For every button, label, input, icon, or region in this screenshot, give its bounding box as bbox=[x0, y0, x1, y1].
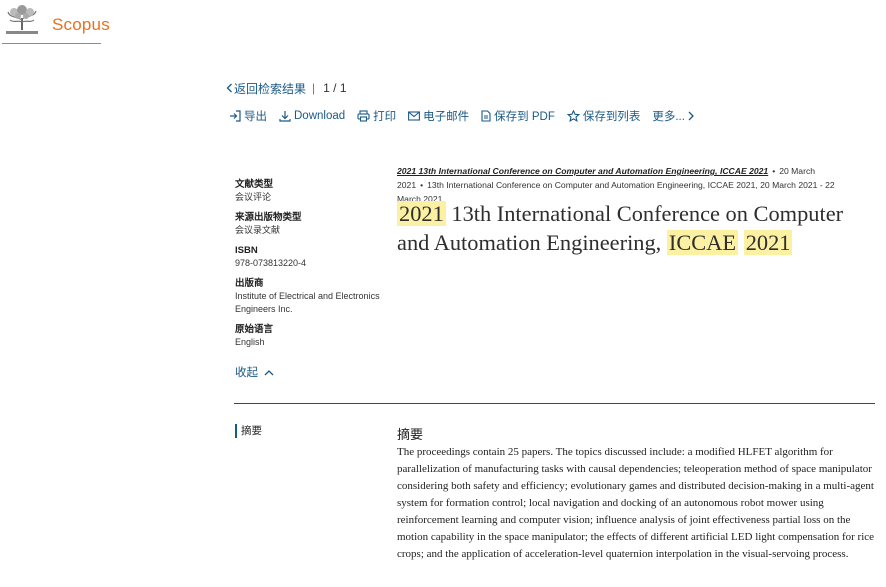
more-button[interactable]: 更多... bbox=[652, 108, 698, 124]
document-toolbar: 导出 Download 打印 电子邮件 保存到 PDF 保存到列表 更多... bbox=[229, 108, 710, 124]
source-type-label: 来源出版物类型 bbox=[235, 212, 302, 223]
abstract-heading: 摘要 bbox=[397, 427, 424, 442]
doc-type-label: 文献类型 bbox=[235, 179, 274, 190]
source-type-value: 会议录文献 bbox=[235, 225, 281, 235]
email-icon bbox=[408, 111, 421, 121]
save-pdf-button[interactable]: 保存到 PDF bbox=[481, 108, 555, 124]
header-rule bbox=[2, 43, 101, 44]
nav-separator: | bbox=[312, 81, 316, 95]
export-icon bbox=[230, 110, 241, 122]
language-label: 原始语言 bbox=[235, 324, 274, 335]
result-nav: 返回检索结果 | 1 / 1 bbox=[226, 80, 347, 96]
email-button[interactable]: 电子邮件 bbox=[408, 108, 469, 124]
download-button[interactable]: Download bbox=[279, 110, 345, 122]
isbn-label: ISBN bbox=[235, 245, 258, 256]
back-to-results-link[interactable]: 返回检索结果 bbox=[226, 80, 306, 97]
back-to-results-label: 返回检索结果 bbox=[234, 81, 307, 96]
bullet-separator: • bbox=[772, 166, 776, 176]
isbn-value: 978-073813220-4 bbox=[235, 258, 307, 268]
elsevier-logo[interactable] bbox=[4, 4, 40, 36]
doc-type-value: 会议评论 bbox=[235, 192, 272, 202]
publisher-label: 出版商 bbox=[235, 278, 264, 289]
scopus-logo-text[interactable]: Scopus bbox=[52, 15, 110, 35]
pdf-icon bbox=[481, 110, 491, 122]
print-icon bbox=[357, 110, 370, 122]
publisher-value: Institute of Electrical and Electronics … bbox=[235, 291, 380, 314]
star-icon bbox=[566, 110, 580, 122]
language-value: English bbox=[235, 337, 265, 347]
abstract-nav-item[interactable]: 摘要 bbox=[235, 424, 262, 438]
document-title: 2021 13th International Conference on Co… bbox=[397, 200, 867, 257]
print-button[interactable]: 打印 bbox=[357, 108, 396, 124]
collapse-label: 收起 bbox=[235, 367, 258, 379]
chevron-right-icon bbox=[688, 111, 694, 121]
save-list-button[interactable]: 保存到列表 bbox=[566, 108, 640, 124]
export-button[interactable]: 导出 bbox=[229, 108, 267, 124]
source-title-link[interactable]: 2021 13th International Conference on Co… bbox=[397, 166, 768, 176]
title-highlight: 2021 bbox=[397, 201, 446, 226]
result-pager: 1 / 1 bbox=[323, 81, 347, 95]
title-highlight: ICCAE bbox=[666, 229, 739, 255]
document-metadata: 文献类型 会议评论 来源出版物类型 会议录文献 ISBN 978-0738132… bbox=[235, 178, 385, 349]
section-divider bbox=[234, 403, 875, 404]
bullet-separator: • bbox=[420, 180, 424, 190]
abstract-text: The proceedings contain 25 papers. The t… bbox=[397, 446, 875, 560]
collapse-metadata-button[interactable]: 收起 bbox=[235, 364, 274, 380]
chevron-left-icon bbox=[226, 83, 232, 93]
chevron-up-icon bbox=[264, 369, 274, 375]
download-icon bbox=[279, 111, 291, 122]
title-highlight: 2021 bbox=[743, 229, 793, 255]
